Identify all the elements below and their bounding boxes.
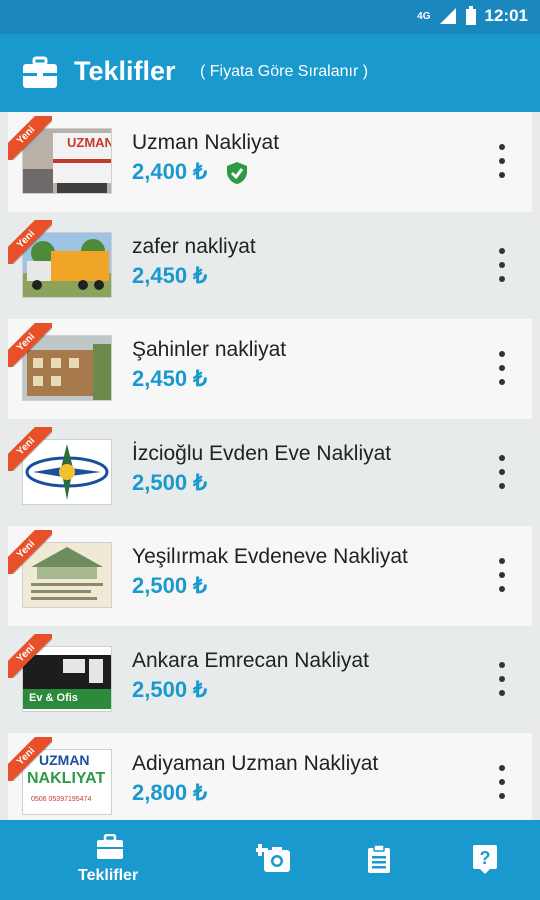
add-photo-icon xyxy=(256,844,290,872)
offer-list: UZMAN Yeni Uzman Nakliyat 2,400 ₺ Yeni z… xyxy=(8,112,532,820)
briefcase-icon xyxy=(97,834,123,859)
help-icon: ? xyxy=(473,845,497,874)
page-title: Teklifler xyxy=(74,56,176,86)
nav-tab-help[interactable]: ? xyxy=(466,820,506,900)
thumbnail-text: Ev & Ofis xyxy=(29,692,78,704)
offer-price: 2,500 ₺ xyxy=(132,677,208,702)
briefcase-icon xyxy=(23,56,57,88)
company-name: İzcioğlu Evden Eve Nakliyat xyxy=(132,442,392,465)
more-options-icon[interactable] xyxy=(498,662,506,696)
offer-price: 2,450 ₺ xyxy=(132,366,208,391)
more-options-icon[interactable] xyxy=(498,455,506,489)
new-badge: Yeni xyxy=(8,220,52,264)
offer-item[interactable]: Yeni Yeşilırmak Evdeneve Nakliyat 2,500 … xyxy=(8,526,532,626)
offer-price: 2,800 ₺ xyxy=(132,780,208,805)
offer-item[interactable]: Yeni İzcioğlu Evden Eve Nakliyat 2,500 ₺ xyxy=(8,423,532,523)
offer-price: 2,500 ₺ xyxy=(132,573,208,598)
svg-text:?: ? xyxy=(480,848,491,868)
company-name: Şahinler nakliyat xyxy=(132,338,287,361)
offer-item[interactable]: UZMAN Yeni Uzman Nakliyat 2,400 ₺ xyxy=(8,112,532,212)
new-badge: Yeni xyxy=(8,634,52,678)
thumbnail-text: UZMAN xyxy=(67,135,112,150)
nav-tab-offers[interactable]: Teklifler xyxy=(60,820,160,900)
sort-hint: ( Fiyata Göre Sıralanır ) xyxy=(200,63,369,80)
company-name: Uzman Nakliyat xyxy=(132,131,280,154)
new-badge: Yeni xyxy=(8,116,52,160)
nav-tab-offers-label: Teklifler xyxy=(78,867,139,884)
new-badge: Yeni xyxy=(8,737,52,781)
company-name: zafer nakliyat xyxy=(132,235,256,258)
offer-price: 2,400 ₺ xyxy=(132,159,208,184)
nav-tab-add-photo[interactable] xyxy=(250,820,298,900)
more-options-icon[interactable] xyxy=(498,144,506,178)
thumbnail-text: 0506 05397195474 xyxy=(31,796,92,803)
offer-item[interactable]: UZMAN NAKLIYAT 0506 05397195474 Yeni Adi… xyxy=(8,733,532,820)
app-bar: Teklifler ( Fiyata Göre Sıralanır ) xyxy=(0,34,540,112)
company-name: Yeşilırmak Evdeneve Nakliyat xyxy=(132,545,408,568)
network-type: 4G xyxy=(417,10,431,22)
more-options-icon[interactable] xyxy=(498,248,506,282)
company-name: Adiyaman Uzman Nakliyat xyxy=(132,752,379,775)
new-badge: Yeni xyxy=(8,323,52,367)
clipboard-icon xyxy=(368,844,390,873)
more-options-icon[interactable] xyxy=(498,765,506,799)
company-name: Ankara Emrecan Nakliyat xyxy=(132,649,369,672)
clock: 12:01 xyxy=(484,6,528,25)
more-options-icon[interactable] xyxy=(498,558,506,592)
offer-item[interactable]: Yeni Şahinler nakliyat 2,450 ₺ xyxy=(8,319,532,419)
bottom-navigation: Teklifler ? xyxy=(0,820,540,900)
offer-item[interactable]: Ev & Ofis Yeni Ankara Emrecan Nakliyat 2… xyxy=(8,630,532,730)
new-badge: Yeni xyxy=(8,530,52,574)
signal-icon xyxy=(439,8,456,24)
battery-icon xyxy=(465,6,476,25)
nav-tab-clipboard[interactable] xyxy=(360,820,400,900)
status-bar: 4G 12:01 xyxy=(0,0,540,34)
offer-price: 2,500 ₺ xyxy=(132,470,208,495)
new-badge: Yeni xyxy=(8,427,52,471)
more-options-icon[interactable] xyxy=(498,351,506,385)
offer-item[interactable]: Yeni zafer nakliyat 2,450 ₺ xyxy=(8,216,532,316)
verified-shield-icon xyxy=(227,162,247,184)
offer-price: 2,450 ₺ xyxy=(132,263,208,288)
